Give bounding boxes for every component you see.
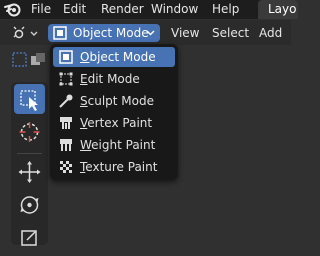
toolbox-divider — [17, 153, 42, 154]
texture-paint-icon — [60, 161, 72, 173]
chevron-down-icon — [146, 30, 155, 36]
select-box-icon — [20, 90, 38, 111]
top-menu-bar: File Edit Render Window Help Layo — [0, 0, 298, 19]
tool-scale[interactable] — [14, 223, 45, 253]
menu-item-label: Sculpt Mode — [80, 94, 154, 108]
menu-view[interactable]: View — [171, 24, 199, 42]
menu-render[interactable]: Render — [101, 1, 144, 18]
cursor-icon — [19, 122, 40, 142]
menu-item-vertex-paint[interactable]: Vertex Paint — [53, 113, 175, 133]
blender-logo-icon[interactable] — [4, 1, 22, 18]
menu-item-label: Edit Mode — [80, 72, 140, 86]
menu-item-weight-paint[interactable]: Weight Paint — [53, 135, 175, 155]
mode-selector-button[interactable]: Object Mode — [48, 24, 160, 42]
menu-item-label: Object Mode — [80, 50, 156, 64]
sculpt-mode-icon — [59, 94, 73, 108]
menu-item-sculpt-mode[interactable]: Sculpt Mode — [53, 91, 175, 111]
edit-mode-icon — [59, 72, 73, 86]
menu-select[interactable]: Select — [212, 24, 249, 42]
menu-item-texture-paint[interactable]: Texture Paint — [53, 157, 175, 177]
object-mode-icon — [59, 50, 73, 64]
tab-layout[interactable]: Layo — [258, 0, 298, 19]
tool-move[interactable] — [14, 157, 45, 187]
move-icon — [18, 161, 41, 183]
menu-item-label: Weight Paint — [80, 138, 156, 152]
tool-select-box[interactable] — [14, 84, 45, 114]
menu-item-edit-mode[interactable]: Edit Mode — [53, 69, 175, 89]
rotate-icon — [20, 196, 39, 214]
tool-cursor[interactable] — [14, 117, 45, 147]
menu-item-label: Texture Paint — [80, 160, 158, 174]
menu-file[interactable]: File — [31, 1, 51, 18]
selection-mode-icons[interactable] — [12, 52, 46, 68]
menu-item-object-mode[interactable]: Object Mode — [53, 47, 175, 67]
toolbox — [11, 82, 48, 246]
menu-add[interactable]: Add — [259, 24, 282, 42]
weight-paint-icon — [60, 139, 72, 151]
vertex-paint-icon — [60, 117, 72, 129]
editor-type-selector-icon[interactable] — [11, 24, 43, 42]
mode-selector-label: Object Mode — [73, 26, 149, 40]
menu-window[interactable]: Window — [151, 1, 198, 18]
scale-icon — [21, 230, 37, 246]
object-mode-icon — [53, 26, 67, 40]
menu-item-label: Vertex Paint — [80, 116, 153, 130]
menu-help[interactable]: Help — [212, 1, 239, 18]
menu-edit[interactable]: Edit — [63, 1, 86, 18]
tool-rotate[interactable] — [14, 190, 45, 220]
mode-dropdown-menu: Object Mode Edit Mode Sculpt Mode Vertex… — [50, 44, 178, 180]
